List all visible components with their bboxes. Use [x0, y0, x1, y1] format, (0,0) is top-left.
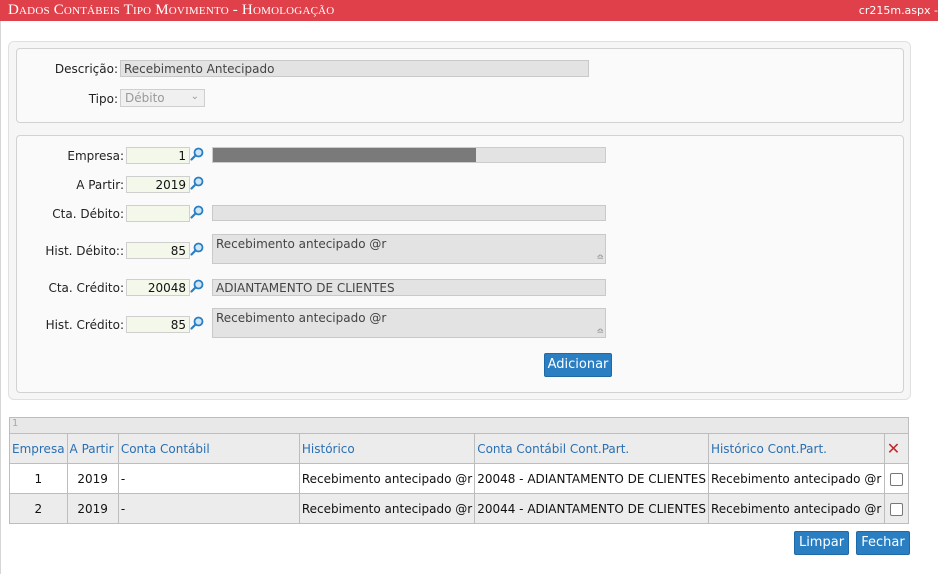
cell-historico-cont-part: Recebimento antecipado @r: [707, 493, 885, 524]
cta-debito-label: Cta. Débito:: [52, 207, 124, 221]
table-row[interactable]: 2 2019 - Recebimento antecipado @r 20044…: [9, 493, 910, 524]
hist-debito-field[interactable]: 85: [126, 242, 190, 259]
title-bar: Dados Contábeis Tipo Movimento - Homolog…: [0, 0, 938, 21]
row-checkbox[interactable]: [889, 502, 903, 516]
hist-credito-label: Hist. Crédito:: [45, 318, 124, 332]
magnifier-icon[interactable]: [190, 205, 204, 219]
column-header-historico-cont-part[interactable]: Histórico Cont.Part.: [707, 433, 885, 464]
hist-credito-text: Recebimento antecipado @r: [216, 311, 387, 325]
cell-select: [883, 463, 910, 494]
column-header-historico[interactable]: Histórico: [298, 433, 476, 464]
magnifier-icon[interactable]: [190, 316, 204, 330]
cta-credito-field[interactable]: 20048: [126, 279, 190, 296]
cta-credito-label: Cta. Crédito:: [48, 281, 124, 295]
chevron-down-icon: ⌄: [190, 91, 199, 102]
cell-conta-cont-part: 20044 - ADIANTAMENTO DE CLIENTES: [474, 493, 709, 524]
row-checkbox[interactable]: [889, 472, 903, 486]
hist-debito-text: Recebimento antecipado @r: [216, 237, 387, 251]
adicionar-button[interactable]: Adicionar: [544, 353, 612, 377]
resize-grip-icon[interactable]: ≏: [596, 254, 604, 263]
page-title: Dados Contábeis Tipo Movimento - Homolog…: [8, 2, 335, 18]
page-file-name: cr215m.aspx -: [858, 4, 938, 17]
cell-historico: Recebimento antecipado @r: [298, 463, 476, 494]
hist-credito-textarea[interactable]: Recebimento antecipado @r ≏: [212, 308, 606, 338]
magnifier-icon[interactable]: [190, 176, 204, 190]
resize-grip-icon[interactable]: ≏: [596, 328, 604, 337]
column-header-empresa[interactable]: Empresa: [9, 433, 68, 464]
hist-debito-textarea[interactable]: Recebimento antecipado @r ≏: [212, 234, 606, 264]
column-header-a-partir[interactable]: A Partir: [66, 433, 119, 464]
cta-debito-description: [212, 205, 606, 221]
magnifier-icon[interactable]: [190, 147, 204, 161]
descricao-field[interactable]: Recebimento Antecipado: [120, 60, 589, 77]
magnifier-icon[interactable]: [190, 242, 204, 256]
lancamento-fieldset: [16, 135, 904, 393]
delete-x-icon[interactable]: ✕: [887, 439, 900, 458]
cell-select: [883, 493, 910, 524]
magnifier-icon[interactable]: [190, 279, 204, 293]
delete-column-header[interactable]: ✕: [883, 433, 910, 464]
descricao-label: Descrição:: [54, 62, 118, 76]
fechar-button[interactable]: Fechar: [856, 531, 910, 555]
cell-historico: Recebimento antecipado @r: [298, 493, 476, 524]
tipo-select-value: Débito: [125, 91, 165, 105]
table-pager[interactable]: 1: [9, 417, 909, 434]
cell-conta-cont-part: 20048 - ADIANTAMENTO DE CLIENTES: [474, 463, 709, 494]
limpar-button[interactable]: Limpar: [794, 531, 849, 555]
empresa-label: Empresa:: [67, 149, 124, 163]
empresa-field[interactable]: 1: [126, 147, 190, 164]
cell-a-partir: 2019: [66, 463, 119, 494]
left-border: [0, 21, 1, 574]
cell-historico-cont-part: Recebimento antecipado @r: [707, 463, 885, 494]
cell-conta-contabil: -: [117, 493, 300, 524]
cell-empresa: 1: [9, 463, 68, 494]
tipo-select[interactable]: Débito ⌄: [120, 89, 205, 107]
cta-debito-field[interactable]: [126, 205, 190, 222]
cta-credito-description: ADIANTAMENTO DE CLIENTES: [212, 279, 606, 296]
movimento-table: 1 Empresa A Partir Conta Contábil Histór…: [9, 417, 910, 524]
empresa-description-fill: [213, 148, 476, 162]
cell-a-partir: 2019: [66, 493, 119, 524]
hist-credito-field[interactable]: 85: [126, 316, 190, 333]
hist-debito-label: Hist. Débito::: [45, 244, 124, 258]
tipo-label: Tipo:: [88, 92, 118, 106]
a-partir-label: A Partir:: [76, 178, 124, 192]
column-header-conta-cont-part[interactable]: Conta Contábil Cont.Part.: [474, 433, 709, 464]
column-header-conta-contabil[interactable]: Conta Contábil: [117, 433, 300, 464]
empresa-description-bar: [212, 147, 606, 163]
cell-empresa: 2: [9, 493, 68, 524]
a-partir-field[interactable]: 2019: [126, 176, 190, 193]
table-row[interactable]: 1 2019 - Recebimento antecipado @r 20048…: [9, 463, 910, 494]
cell-conta-contabil: -: [117, 463, 300, 494]
